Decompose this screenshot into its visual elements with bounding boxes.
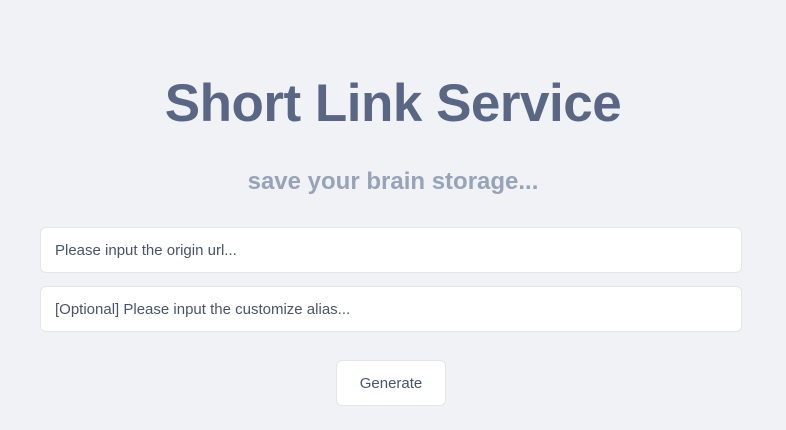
generate-button[interactable]: Generate <box>336 360 446 406</box>
custom-alias-input[interactable] <box>40 286 742 332</box>
page-title: Short Link Service <box>164 74 622 133</box>
page: Short Link Service save your brain stora… <box>0 0 786 430</box>
page-subtitle: save your brain storage... <box>247 168 539 195</box>
origin-url-input[interactable] <box>40 227 742 273</box>
